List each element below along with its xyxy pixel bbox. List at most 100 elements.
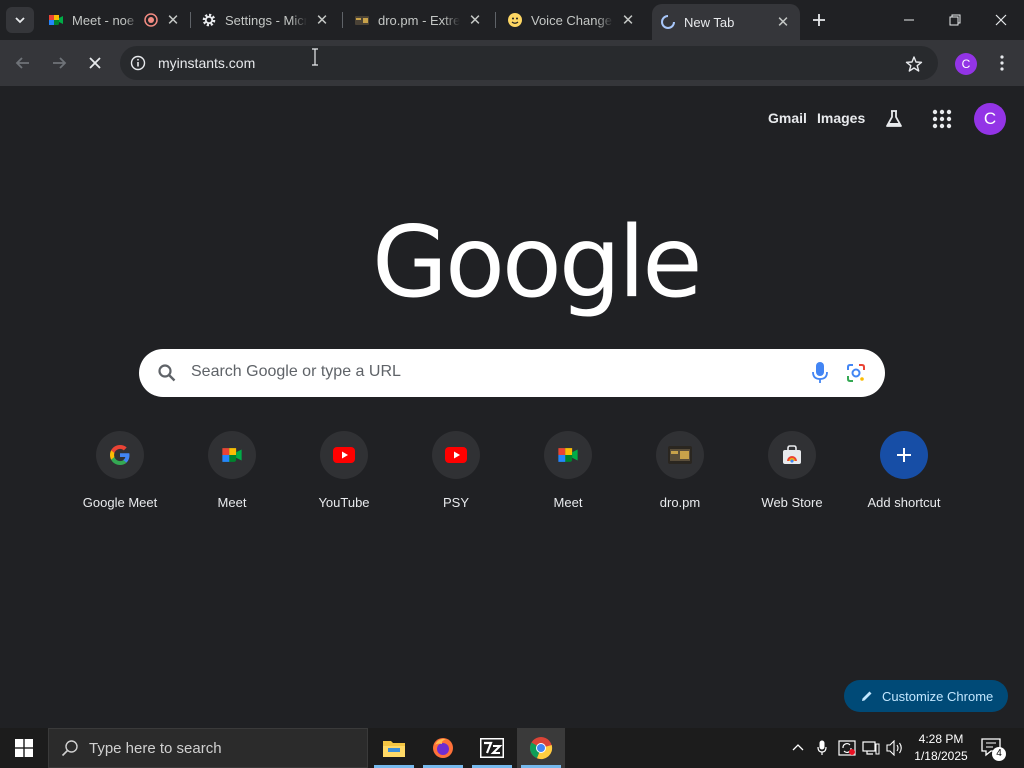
search-box[interactable]: Search Google or type a URL xyxy=(139,349,885,397)
clock-date: 1/18/2025 xyxy=(914,749,968,763)
google-meet-icon xyxy=(544,431,592,479)
taskbar-clock[interactable]: 4:28 PM 1/18/2025 xyxy=(912,731,970,765)
tab-strip: Meet - noe ✕ Settings - Micr ✕ dro.pm - … xyxy=(0,0,1024,40)
restore-button[interactable] xyxy=(932,0,978,40)
tab-title: Meet - noe xyxy=(72,12,135,28)
tab-settings[interactable]: Settings - Micr ✕ xyxy=(193,4,339,36)
close-tab-icon[interactable]: ✕ xyxy=(619,11,637,29)
google-meet-icon xyxy=(208,431,256,479)
shortcut-tile[interactable]: Web Store xyxy=(736,431,848,521)
network-tray-icon[interactable] xyxy=(860,728,882,768)
text-cursor-icon xyxy=(310,48,320,66)
chevron-down-icon xyxy=(15,17,25,24)
loading-spinner-icon xyxy=(660,14,676,30)
sync-tray-icon[interactable] xyxy=(836,728,858,768)
taskbar-app-chrome[interactable] xyxy=(517,728,565,768)
tab-new-tab[interactable]: New Tab ✕ xyxy=(652,4,800,40)
tab-search-button[interactable] xyxy=(6,7,34,33)
labs-flask-icon[interactable] xyxy=(883,108,905,130)
back-button[interactable] xyxy=(8,48,38,78)
shortcut-label: Web Store xyxy=(761,495,823,510)
tab-separator xyxy=(342,12,343,28)
google-meet-icon xyxy=(48,12,64,28)
customize-chrome-button[interactable]: Customize Chrome xyxy=(844,680,1008,712)
file-explorer-icon xyxy=(383,741,405,757)
profile-avatar-button[interactable]: C xyxy=(955,53,977,75)
shortcut-tile[interactable]: dro.pm xyxy=(624,431,736,521)
menu-icon[interactable] xyxy=(994,52,1010,74)
tab-separator xyxy=(190,12,191,28)
windows-taskbar: Type here to search 4:28 PM 1/18/2025 4 xyxy=(0,728,1024,768)
gmail-link[interactable]: Gmail xyxy=(768,110,807,126)
minimize-button[interactable] xyxy=(886,0,932,40)
address-bar-url[interactable]: myinstants.com xyxy=(158,55,255,71)
plus-icon xyxy=(813,14,825,26)
close-icon xyxy=(995,14,1007,26)
search-placeholder[interactable]: Search Google or type a URL xyxy=(191,363,401,381)
volume-tray-icon[interactable] xyxy=(884,728,906,768)
images-link[interactable]: Images xyxy=(817,110,865,126)
tab-dropm[interactable]: dro.pm - Extren ✕ xyxy=(346,4,492,36)
taskbar-search-box[interactable]: Type here to search xyxy=(48,728,368,768)
firefox-icon xyxy=(433,738,453,758)
taskbar-app-7zip[interactable] xyxy=(468,728,516,768)
customize-chrome-label: Customize Chrome xyxy=(882,688,994,704)
windows-logo-icon xyxy=(15,739,33,757)
start-button[interactable] xyxy=(0,728,48,768)
taskbar-app-file-explorer[interactable] xyxy=(370,728,418,768)
profile-avatar[interactable]: C xyxy=(974,103,1006,135)
tab-title: Settings - Micr xyxy=(225,12,307,28)
chrome-icon xyxy=(529,737,553,760)
google-logo: Google xyxy=(372,206,703,320)
7zip-icon xyxy=(480,738,504,758)
shortcut-tile[interactable]: YouTube xyxy=(288,431,400,521)
shortcut-label: Google Meet xyxy=(82,495,158,510)
shortcut-label: Add shortcut xyxy=(867,495,941,510)
microphone-tray-icon[interactable] xyxy=(812,728,832,768)
voice-changer-icon xyxy=(507,12,523,28)
bookmark-star-icon[interactable] xyxy=(904,54,924,74)
close-tab-icon[interactable]: ✕ xyxy=(164,11,182,29)
new-tab-button[interactable] xyxy=(808,9,830,31)
tab-meet[interactable]: Meet - noe ✕ xyxy=(40,4,190,36)
shortcut-tile[interactable]: Meet xyxy=(176,431,288,521)
restore-icon xyxy=(949,14,961,26)
chevron-up-icon xyxy=(792,744,804,751)
new-tab-page: Gmail Images C Google Search Google or t… xyxy=(0,86,1024,728)
forward-button[interactable] xyxy=(44,48,74,78)
shortcut-tile[interactable]: Google Meet xyxy=(64,431,176,521)
close-tab-icon[interactable]: ✕ xyxy=(466,11,484,29)
close-tab-icon[interactable]: ✕ xyxy=(313,11,331,29)
microphone-icon[interactable] xyxy=(811,361,829,385)
shortcut-label: dro.pm xyxy=(659,495,701,510)
close-window-button[interactable] xyxy=(978,0,1024,40)
recording-icon xyxy=(144,13,158,27)
taskbar-search-placeholder[interactable]: Type here to search xyxy=(89,740,222,757)
tab-title: New Tab xyxy=(684,14,735,30)
pencil-icon xyxy=(862,691,872,701)
arrow-right-icon xyxy=(53,57,67,69)
tab-title: dro.pm - Extren xyxy=(378,12,460,28)
shortcut-label: Meet xyxy=(217,495,247,510)
shortcut-label: YouTube xyxy=(318,495,370,510)
tab-voice-changer[interactable]: Voice Changer ✕ xyxy=(499,4,645,36)
stop-loading-button[interactable] xyxy=(80,48,110,78)
google-apps-icon[interactable] xyxy=(931,108,953,130)
address-bar[interactable]: myinstants.com xyxy=(120,46,938,80)
add-shortcut-button[interactable]: Add shortcut xyxy=(848,431,960,521)
shortcut-tile[interactable]: PSY xyxy=(400,431,512,521)
minimize-icon xyxy=(904,19,914,21)
browser-toolbar: myinstants.com xyxy=(0,40,1024,86)
shortcut-tile[interactable]: Meet xyxy=(512,431,624,521)
dropm-icon xyxy=(354,12,370,28)
google-g-icon xyxy=(96,431,144,479)
site-info-icon[interactable] xyxy=(130,55,146,71)
gear-icon xyxy=(201,12,217,28)
taskbar-app-firefox[interactable] xyxy=(419,728,467,768)
youtube-icon xyxy=(320,431,368,479)
show-hidden-icons-button[interactable] xyxy=(788,728,808,768)
close-tab-icon[interactable]: ✕ xyxy=(774,13,792,31)
plus-icon xyxy=(880,431,928,479)
google-lens-icon[interactable] xyxy=(845,362,867,384)
dropm-icon xyxy=(656,431,704,479)
